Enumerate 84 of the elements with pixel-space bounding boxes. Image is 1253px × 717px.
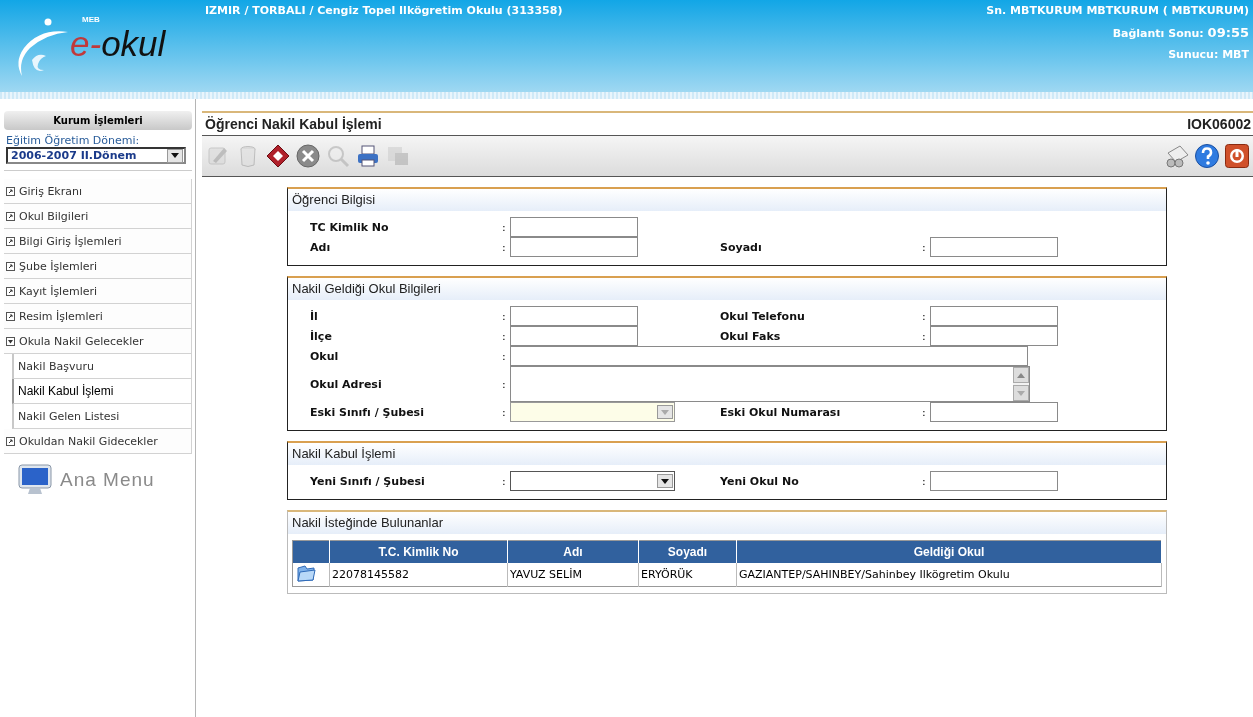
field-label: Yeni Sınıfı / Şubesi <box>310 474 426 488</box>
colon: : <box>502 349 507 363</box>
table-cell: 22078145582 <box>329 563 508 587</box>
term-dropdown[interactable]: 2006-2007 II.Dönem <box>6 147 186 164</box>
field-label: Adı <box>310 240 332 254</box>
caret-icon <box>171 153 179 158</box>
text-field[interactable] <box>510 326 638 346</box>
page-title: Öğrenci Nakil Kabul İşlemi <box>205 116 382 132</box>
home-link[interactable]: Ana Menu <box>60 469 155 491</box>
colon: : <box>502 377 507 391</box>
field-label: TC Kimlik No <box>310 220 390 234</box>
text-field[interactable] <box>930 306 1058 326</box>
text-field[interactable] <box>510 306 638 326</box>
session-label: Bağlantı Sonu: <box>1112 27 1204 40</box>
menu-item[interactable]: Şube İşlemleri <box>4 254 192 279</box>
school-title: IZMIR / TORBALI / Cengiz Topel Ilkögretim Okulu (313358) <box>205 3 563 19</box>
sidebar-title: Kurum İşlemleri <box>4 111 192 130</box>
colon: : <box>502 220 507 234</box>
menu-item[interactable]: Okula Nakil Gelecekler <box>4 329 192 354</box>
section-title: Nakil İsteğinde Bulunanlar <box>288 512 1166 534</box>
colon: : <box>922 405 927 419</box>
section-title: Nakil Geldiği Okul Bilgileri <box>288 278 1166 300</box>
help-icon[interactable] <box>1194 143 1220 169</box>
colon: : <box>922 240 927 254</box>
text-field[interactable] <box>510 237 638 257</box>
dropdown[interactable] <box>510 471 675 491</box>
printer-icon[interactable] <box>355 143 381 169</box>
text-field[interactable] <box>930 237 1058 257</box>
session-time: 09:55 <box>1207 25 1249 40</box>
field-label: Yeni Okul No <box>720 474 800 488</box>
menu-item[interactable]: Resim İşlemleri <box>4 304 192 329</box>
colon: : <box>502 329 507 343</box>
diamond-icon[interactable] <box>265 143 291 169</box>
logo-text: e-okul <box>70 24 166 64</box>
field-label: Soyadı <box>720 240 763 254</box>
server-label: Sunucu: MBT <box>1168 48 1249 61</box>
folder-icon[interactable] <box>295 563 317 583</box>
caret-icon <box>1017 372 1025 378</box>
text-field[interactable] <box>930 471 1058 491</box>
colon: : <box>502 309 507 323</box>
column-header: Adı <box>507 540 639 563</box>
field-label: Eski Okul Numarası <box>720 405 842 419</box>
section-title: Öğrenci Bilgisi <box>288 189 1166 211</box>
user-name: Sn. MBTKURUM MBTKURUM ( MBTKURUM) <box>986 4 1249 17</box>
colon: : <box>502 240 507 254</box>
term-label: Eğitim Öğretim Dönemi: <box>6 134 141 147</box>
menu-item[interactable]: Giriş Ekranı <box>4 179 192 204</box>
power-icon[interactable] <box>1224 143 1250 169</box>
menu-item[interactable]: Bilgi Giriş İşlemleri <box>4 229 192 254</box>
table-cell: ERYÖRÜK <box>638 563 737 587</box>
field-label: Eski Sınıfı / Şubesi <box>310 405 425 419</box>
submenu-item[interactable]: Nakil Kabul İşlemi <box>12 379 192 404</box>
column-header: T.C. Kimlik No <box>329 540 508 563</box>
field-label: Okul <box>310 349 340 363</box>
caret-icon <box>661 478 669 484</box>
colon: : <box>922 309 927 323</box>
text-field[interactable] <box>930 326 1058 346</box>
colon: : <box>502 474 507 488</box>
table-cell: YAVUZ SELİM <box>507 563 639 587</box>
text-field[interactable] <box>510 217 638 237</box>
menu-item[interactable]: Okuldan Nakil Gidecekler <box>4 429 192 454</box>
cancel-icon[interactable] <box>295 143 321 169</box>
column-header: Geldiği Okul <box>736 540 1162 563</box>
colon: : <box>922 329 927 343</box>
column-header: Soyadı <box>638 540 737 563</box>
submenu-item[interactable]: Nakil Başvuru <box>12 354 192 379</box>
menu-item[interactable]: Kayıt İşlemleri <box>4 279 192 304</box>
field-label: Okul Faks <box>720 329 782 343</box>
section-title: Nakil Kabul İşlemi <box>288 443 1166 465</box>
field-label: Okul Adresi <box>310 377 383 391</box>
logo-label: MEB <box>82 16 100 24</box>
menu-item[interactable]: Okul Bilgileri <box>4 204 192 229</box>
field-label: İl <box>310 309 319 323</box>
monitor-icon[interactable] <box>18 464 52 496</box>
field-label: Okul Telefonu <box>720 309 806 323</box>
table-cell: GAZIANTEP/SAHINBEY/Sahinbey Ilkögretim Okulu <box>736 563 1162 587</box>
colon: : <box>502 405 507 419</box>
text-field[interactable] <box>930 402 1058 422</box>
colon: : <box>922 474 927 488</box>
field-label: İlçe <box>310 329 333 343</box>
text-field[interactable] <box>510 346 1028 366</box>
caret-icon <box>661 409 669 415</box>
page-code: IOK06002 <box>1187 116 1251 132</box>
caret-icon <box>1017 390 1025 396</box>
